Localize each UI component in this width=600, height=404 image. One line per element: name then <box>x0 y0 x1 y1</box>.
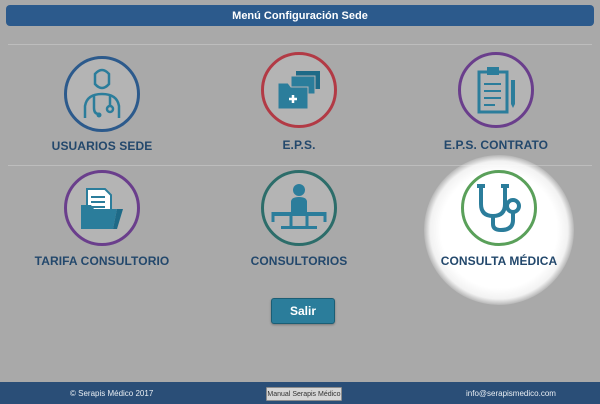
tile-label: CONSULTA MÉDICA <box>440 254 558 268</box>
tile-label: TARIFA CONSULTORIO <box>34 254 170 268</box>
copyright-text: © Serapis Médico 2017 <box>70 389 154 398</box>
manual-button[interactable]: Manual Serapis Médico <box>266 387 342 401</box>
stethoscope-icon <box>477 184 521 233</box>
tile-ring <box>64 56 140 132</box>
folder-plus-icon <box>277 71 320 110</box>
tile-consulta-medica[interactable]: CONSULTA MÉDICA <box>409 170 589 268</box>
tile-label: E.P.S. CONTRATO <box>443 138 549 152</box>
tile-ring <box>261 52 337 128</box>
menu-title: Menú Configuración Sede <box>232 9 368 22</box>
tile-ring <box>261 170 337 246</box>
tile-label: E.P.S. <box>282 138 316 152</box>
tile-label: USUARIOS SEDE <box>51 139 153 153</box>
tile-label: CONSULTORIOS <box>250 254 348 268</box>
contact-email[interactable]: info@serapismedico.com <box>466 389 556 398</box>
footer: © Serapis Médico 2017 Manual Serapis Méd… <box>0 382 600 404</box>
tile-ring <box>461 170 537 246</box>
tile-eps[interactable]: E.P.S. <box>209 52 389 152</box>
tile-ring <box>64 170 140 246</box>
divider-top <box>8 44 592 45</box>
patient-on-bed-icon <box>271 184 327 229</box>
tile-usuarios-sede[interactable]: USUARIOS SEDE <box>12 56 192 153</box>
clipboard-pen-icon <box>477 67 515 114</box>
tile-eps-contrato[interactable]: E.P.S. CONTRATO <box>406 52 586 152</box>
tile-consultorios[interactable]: CONSULTORIOS <box>209 170 389 268</box>
menu-header: Menú Configuración Sede <box>6 5 594 26</box>
doctor-icon <box>83 68 121 118</box>
folder-documents-icon <box>81 188 123 229</box>
tile-tarifa-consultorio[interactable]: TARIFA CONSULTORIO <box>12 170 192 268</box>
exit-button[interactable]: Salir <box>271 298 335 324</box>
tile-ring <box>458 52 534 128</box>
